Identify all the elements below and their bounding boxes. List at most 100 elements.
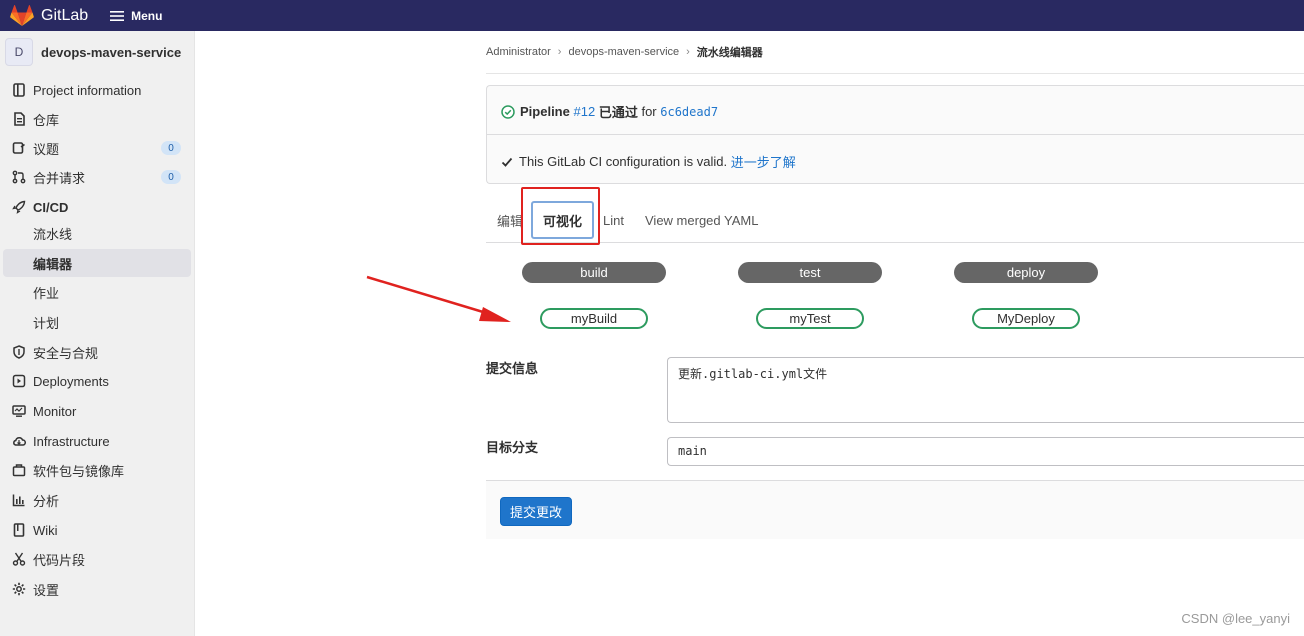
sidebar-item-security[interactable]: 安全与合规 [3,338,191,366]
sidebar-item-packages-registries[interactable]: 软件包与镜像库 [3,456,191,484]
form-actions-bar: 提交更改 [486,480,1304,539]
stage-build: build [522,262,666,283]
project-info-icon [12,83,26,97]
commit-sha-link[interactable]: 6c6dead7 [660,105,718,119]
breadcrumb: Administrator › devops-maven-service › 流… [486,44,763,60]
settings-icon [12,582,26,596]
chevron-right-icon: › [686,46,690,58]
book-icon [12,523,26,537]
repository-icon [12,112,26,126]
chevron-right-icon: › [557,46,562,58]
sidebar-item-settings[interactable]: 设置 [3,575,191,603]
sidebar-item-label: 设置 [33,582,60,598]
sidebar-item-label: 分析 [33,493,60,509]
target-branch-label: 目标分支 [486,440,539,455]
stage-test: test [738,262,882,283]
learn-more-link[interactable]: 进一步了解 [731,152,796,171]
watermark-text: CSDN @lee_yanyi [1181,611,1290,626]
annotation-arrow-icon [366,275,511,322]
sidebar-item-label: Deployments [33,373,109,389]
breadcrumb-current: 流水线编辑器 [696,47,763,59]
commit-message-label: 提交信息 [486,361,539,376]
sidebar-subitem-editor[interactable]: 编辑器 [3,249,191,277]
header-divider [486,73,1304,74]
deployments-icon [12,374,26,388]
chart-icon [12,493,26,507]
sidebar-item-label: 议题 [33,141,60,157]
rocket-icon [12,200,26,214]
pipeline-label: Pipeline [520,104,570,119]
sidebar-item-label: 计划 [33,315,60,331]
commit-message-textarea[interactable]: 更新.gitlab-ci.yml文件 [667,357,1304,423]
sidebar-item-cicd[interactable]: CI/CD [3,193,191,221]
sidebar-item-label: 仓库 [33,112,60,128]
tab-view-merged-yaml[interactable]: View merged YAML [645,198,758,242]
gitlab-logo[interactable]: GitLab [10,4,89,27]
editor-tabs: 编辑 可视化 Lint View merged YAML [486,198,1304,243]
project-name: devops-maven-service [41,44,182,60]
sidebar-item-label: 流水线 [33,226,73,242]
sidebar-item-label: 合并请求 [33,170,86,186]
sidebar-subitem-schedules[interactable]: 计划 [3,308,191,336]
sidebar-subitem-jobs[interactable]: 作业 [3,278,191,306]
annotation-highlight-box [521,187,600,245]
pipeline-passed-text: 已通过 [598,105,638,120]
menu-label: Menu [131,8,163,23]
sidebar-item-merge-requests[interactable]: 合并请求 0 [3,163,191,191]
sidebar-subitem-pipelines[interactable]: 流水线 [3,219,191,247]
brand-name: GitLab [41,6,89,24]
tab-edit[interactable]: 编辑 [497,198,523,242]
hamburger-icon [110,10,125,21]
sidebar-item-label: 软件包与镜像库 [33,463,125,479]
check-icon [501,157,513,167]
sidebar-item-label: 安全与合规 [33,345,99,361]
project-avatar: D [5,38,33,66]
sidebar-item-wiki[interactable]: Wiki [3,516,191,544]
sidebar-item-label: Infrastructure [33,433,110,449]
ci-valid-text: This GitLab CI configuration is valid. [519,154,728,169]
sidebar: D devops-maven-service Project informati… [0,31,195,636]
pipeline-status-card: Pipeline #12 已通过 for 6c6dead7 This GitLa… [486,85,1304,184]
stage-deploy: deploy [954,262,1098,283]
pipeline-status-line: Pipeline #12 已通过 for 6c6dead7 [501,102,718,121]
package-icon [12,463,26,477]
menu-button[interactable]: Menu [110,9,162,23]
sidebar-item-analytics[interactable]: 分析 [3,486,191,514]
sidebar-item-snippets[interactable]: 代码片段 [3,545,191,573]
status-success-icon [501,104,515,119]
gitlab-tanuki-icon [10,4,34,26]
ci-validation-line: This GitLab CI configuration is valid. 进… [501,152,796,171]
breadcrumb-project[interactable]: devops-maven-service [568,46,679,58]
breadcrumb-administrator[interactable]: Administrator [486,46,551,58]
sidebar-item-label: 作业 [33,285,60,301]
monitor-icon [12,404,26,418]
sidebar-item-label: Wiki [33,522,58,538]
job-mytest[interactable]: myTest [756,308,864,329]
pipeline-id-link[interactable]: #12 [573,104,595,119]
commit-changes-button[interactable]: 提交更改 [500,497,572,526]
job-mydeploy[interactable]: MyDeploy [972,308,1080,329]
issues-count-badge: 0 [161,141,181,155]
sidebar-item-repository[interactable]: 仓库 [3,105,191,133]
sidebar-item-deployments[interactable]: Deployments [3,367,191,395]
merge-request-icon [12,170,26,184]
top-navbar: GitLab Menu [0,0,1304,31]
cloud-icon [12,434,26,448]
sidebar-item-label: 代码片段 [33,552,86,568]
sidebar-item-issues[interactable]: 议题 0 [3,134,191,162]
sidebar-item-monitor[interactable]: Monitor [3,397,191,425]
project-header[interactable]: D devops-maven-service [0,31,194,73]
target-branch-input[interactable]: main [667,437,1304,466]
tab-lint[interactable]: Lint [603,198,624,242]
merge-requests-count-badge: 0 [161,170,181,184]
for-text: for [641,104,657,119]
shield-icon [12,345,26,359]
sidebar-item-infrastructure[interactable]: Infrastructure [3,427,191,455]
sidebar-item-label: Project information [33,82,142,98]
sidebar-item-project-information[interactable]: Project information [3,76,191,104]
sidebar-item-label: 编辑器 [33,256,73,272]
scissors-icon [12,552,26,566]
status-divider [487,134,1304,135]
sidebar-item-label: CI/CD [33,199,69,215]
job-mybuild[interactable]: myBuild [540,308,648,329]
